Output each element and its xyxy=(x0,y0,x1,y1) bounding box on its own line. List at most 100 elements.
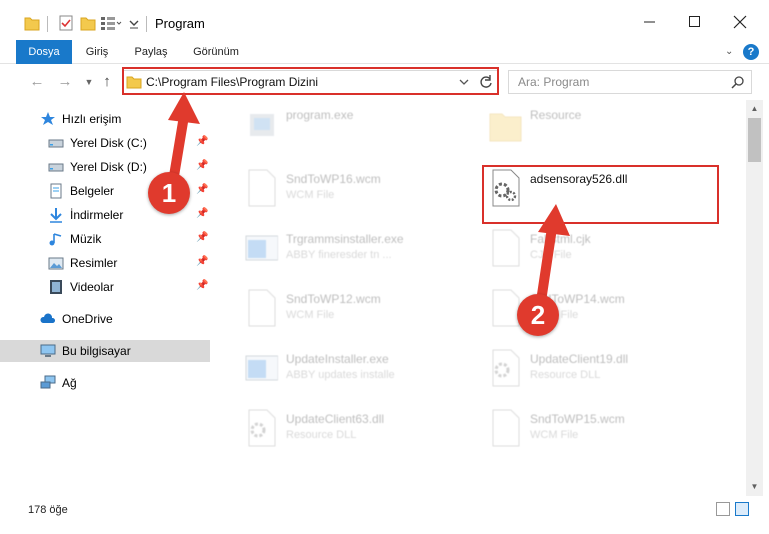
file-name: Resource xyxy=(530,108,582,122)
file-item[interactable]: Resource xyxy=(474,100,714,158)
folder-icon xyxy=(489,113,522,142)
computer-icon xyxy=(40,344,56,357)
blank-file-icon xyxy=(492,409,520,447)
item-count: 178 öğe xyxy=(28,504,68,516)
file-type: WCM File xyxy=(286,309,335,321)
installer-icon xyxy=(245,355,278,381)
sidebar-item-videos[interactable]: Videolar 📌 xyxy=(0,276,210,298)
sidebar-item-quick-access[interactable]: Hızlı erişim xyxy=(0,108,210,130)
help-icon[interactable]: ? xyxy=(743,44,759,60)
file-name: SndToWP16.wcm xyxy=(286,172,381,186)
explorer-window: Program Dosya Giriş Paylaş Görünüm ⌄ ? ←… xyxy=(0,0,769,534)
music-icon xyxy=(49,233,62,246)
tab-home[interactable]: Giriş xyxy=(78,40,116,64)
close-icon[interactable] xyxy=(730,12,750,32)
file-name: SndToWP15.wcm xyxy=(530,412,625,426)
sidebar-item-label: Yerel Disk (C:) xyxy=(70,136,147,150)
sidebar-item-label: Ağ xyxy=(62,376,77,390)
file-type: Resource DLL xyxy=(530,369,601,381)
file-item[interactable]: Fabstml.cjk CJK File xyxy=(474,222,714,282)
pin-icon[interactable]: 📌 xyxy=(196,232,208,243)
file-name: SndToWP12.wcm xyxy=(286,292,381,306)
file-type: WCM File xyxy=(286,189,335,201)
pin-icon[interactable]: 📌 xyxy=(196,184,208,195)
sidebar-item-label: Bu bilgisayar xyxy=(62,344,131,358)
large-icons-view-icon[interactable] xyxy=(735,502,749,516)
pin-icon[interactable]: 📌 xyxy=(196,160,208,171)
file-item[interactable]: UpdateClient63.dll Resource DLL xyxy=(230,402,470,462)
sidebar-item-label: İndirmeler xyxy=(70,208,124,222)
forward-icon[interactable]: → xyxy=(56,73,74,91)
tab-view[interactable]: Görünüm xyxy=(188,40,244,64)
drive-icon xyxy=(48,163,64,172)
sidebar-item-network[interactable]: Ağ xyxy=(0,372,210,394)
sidebar-item-label: Müzik xyxy=(70,232,102,246)
file-name: Trgrammsinstaller.exe xyxy=(286,232,404,246)
file-highlight xyxy=(482,165,719,224)
scroll-up-icon[interactable]: ▲ xyxy=(748,102,761,116)
search-placeholder: Ara: Program xyxy=(518,75,590,89)
expand-ribbon-icon[interactable]: ⌄ xyxy=(725,46,733,57)
sidebar-item-label: Videolar xyxy=(70,280,114,294)
scroll-thumb[interactable] xyxy=(748,118,761,162)
file-item[interactable]: SndToWP15.wcm WCM File xyxy=(474,402,714,462)
sidebar-item-label: OneDrive xyxy=(62,312,113,326)
properties-icon[interactable] xyxy=(58,14,74,32)
file-type: CJK File xyxy=(530,249,572,261)
pin-icon[interactable]: 📌 xyxy=(196,280,208,291)
sidebar-item-pictures[interactable]: Resimler 📌 xyxy=(0,252,210,274)
up-icon[interactable]: ↑ xyxy=(98,73,116,91)
maximize-icon[interactable] xyxy=(685,12,705,32)
file-item[interactable]: SndToWP16.wcm WCM File xyxy=(230,162,470,222)
sidebar-item-label: Hızlı erişim xyxy=(62,112,122,126)
file-item[interactable]: UpdateClient19.dll Resource DLL xyxy=(474,342,714,402)
blank-file-icon xyxy=(492,229,520,267)
file-name: UpdateClient19.dll xyxy=(530,352,629,366)
file-item[interactable]: SndToWP12.wcm WCM File xyxy=(230,282,470,342)
dll-icon xyxy=(248,409,276,447)
pin-icon[interactable]: 📌 xyxy=(196,136,208,147)
file-type: WCM File xyxy=(530,429,579,441)
sidebar-item-onedrive[interactable]: OneDrive xyxy=(0,308,210,330)
recent-locations-icon[interactable]: ▼ xyxy=(80,73,98,91)
window-title: Program xyxy=(155,16,205,31)
scroll-down-icon[interactable]: ▼ xyxy=(748,480,761,494)
status-bar: 178 öğe xyxy=(0,496,769,534)
file-name: program.exe xyxy=(286,108,354,122)
new-folder-icon[interactable] xyxy=(80,14,96,32)
sidebar-item-music[interactable]: Müzik 📌 xyxy=(0,228,210,250)
vertical-scrollbar[interactable]: ▲ ▼ xyxy=(746,100,763,496)
blank-file-icon xyxy=(248,289,276,327)
search-icon[interactable] xyxy=(731,75,745,89)
back-icon[interactable]: ← xyxy=(28,73,46,91)
star-icon xyxy=(41,112,55,125)
step-badge-2: 2 xyxy=(517,294,559,336)
sidebar-item-drive-c[interactable]: Yerel Disk (C:) 📌 xyxy=(0,132,210,154)
pin-icon[interactable]: 📌 xyxy=(196,256,208,267)
exe-icon xyxy=(250,114,274,136)
blank-file-icon xyxy=(248,169,276,207)
drive-icon xyxy=(48,139,64,148)
file-list: program.exe Resource SndToWP16.wcm WCM F… xyxy=(212,100,746,496)
file-type: ABBY updates installe xyxy=(286,369,395,381)
file-item[interactable]: UpdateInstaller.exe ABBY updates install… xyxy=(230,342,470,402)
file-name: UpdateInstaller.exe xyxy=(286,352,389,366)
tab-file[interactable]: Dosya xyxy=(16,40,72,64)
sidebar-item-this-pc[interactable]: Bu bilgisayar xyxy=(0,340,210,362)
network-icon xyxy=(40,375,56,389)
customize-toolbar-icon[interactable] xyxy=(128,14,140,32)
file-name: Fabstml.cjk xyxy=(530,232,591,246)
minimize-icon[interactable] xyxy=(640,12,660,32)
details-view-icon[interactable] xyxy=(716,502,730,516)
navigation-pane: Hızlı erişim Yerel Disk (C:) 📌 Yerel Dis… xyxy=(0,100,210,496)
tab-share[interactable]: Paylaş xyxy=(128,40,174,64)
documents-icon xyxy=(50,183,62,199)
videos-icon xyxy=(50,280,62,294)
file-item[interactable]: Trgrammsinstaller.exe ABBY fineresder tn… xyxy=(230,222,470,282)
sidebar-item-label: Resimler xyxy=(70,256,118,270)
pin-icon[interactable]: 📌 xyxy=(196,208,208,219)
file-item[interactable]: SndToWP14.wcm WCM File xyxy=(474,282,714,342)
view-options-icon[interactable] xyxy=(100,14,122,32)
ribbon-tabs: Dosya Giriş Paylaş Görünüm xyxy=(0,40,769,64)
file-item[interactable]: program.exe xyxy=(230,100,470,158)
